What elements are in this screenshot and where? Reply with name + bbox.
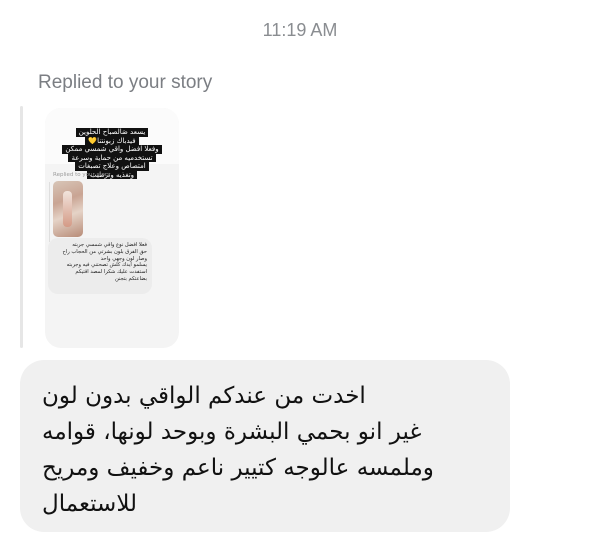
reply-indicator-bar: [20, 106, 23, 348]
inner-message-line: حق الفرق بلون بشرتي من الحجاب راح: [62, 248, 147, 255]
inner-message-line: استفدت عليك شكرا لمصد اقتيكم: [75, 269, 147, 276]
inner-message-line: بضاعتكم بتجنن: [114, 275, 147, 282]
inner-replied-label: Replied to your story: [53, 172, 111, 178]
inner-story-photo: [53, 181, 83, 237]
story-caption-line: يسعد صَالصباح الحلوين: [75, 128, 149, 137]
chat-thread: 11:19 AM Replied to your story يسعد صَال…: [0, 0, 600, 551]
message-line: اخدت من عندكم الواقي بدون لون: [42, 383, 366, 409]
story-caption-line: وفعلا افضل واقي شمسي ممكن: [62, 145, 162, 154]
message-line: غير انو بحمي البشرة وبوحد لونها، قوامه: [42, 419, 422, 445]
story-thumbnail[interactable]: يسعد صَالصباح الحلوين فيدباك زبونتنا💛 وف…: [45, 108, 179, 348]
inner-message-line: يسلمو ايدك كلش تصحتني فيه وجربته: [66, 262, 147, 269]
message-timestamp: 11:19 AM: [262, 20, 338, 40]
story-caption-line: تستخدميه من حماية وسرعة: [68, 153, 156, 162]
message-bubble[interactable]: اخدت من عندكم الواقي بدون لون غير انو بح…: [20, 360, 510, 532]
message-line: للاستعمال: [42, 491, 138, 517]
story-caption-line: فيدباك زبونتنا💛: [85, 136, 139, 145]
story-caption-line: امتصاص وعلاج تصبغات: [75, 162, 149, 171]
inner-reply-bar: [49, 182, 50, 242]
replied-to-story-label: Replied to your story: [38, 72, 213, 93]
inner-message-line: فعلا افضل نوع واقي شمسي جربته: [72, 242, 147, 248]
inner-message-bubble: فعلا افضل نوع واقي شمسي جربته حق الفرق ب…: [48, 238, 152, 294]
message-line: وملمسه عالوجه كتيير ناعم وخفيف ومريح: [42, 455, 434, 481]
inner-message-line: وصار لون وجهي واحد: [100, 255, 147, 262]
message-text: اخدت من عندكم الواقي بدون لون غير انو بح…: [42, 378, 488, 522]
